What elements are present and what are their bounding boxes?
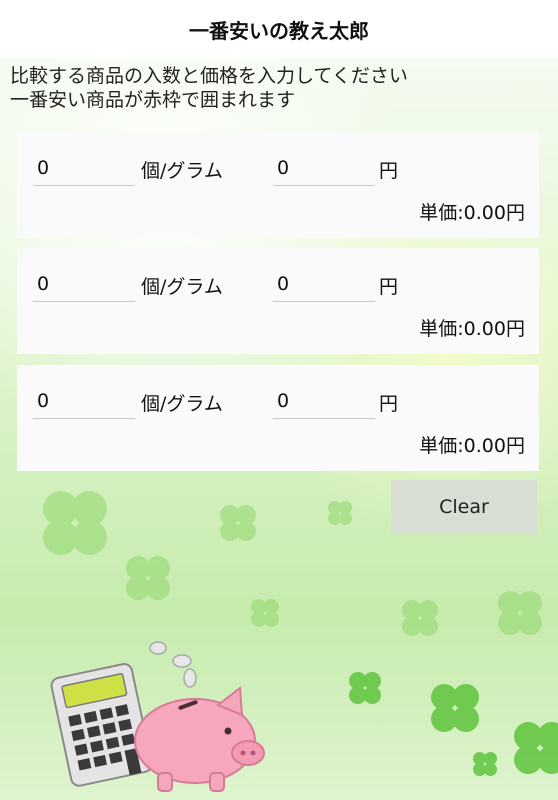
coin-icon bbox=[149, 641, 197, 688]
unit-price-text: 単価:0.00円 bbox=[419, 318, 525, 340]
quantity-unit-label: 個/グラム bbox=[141, 393, 223, 415]
unit-price-text: 単価:0.00円 bbox=[419, 202, 525, 224]
price-unit-label: 円 bbox=[379, 393, 399, 415]
calculator-piggybank-illustration bbox=[50, 641, 265, 792]
price-input[interactable] bbox=[273, 150, 375, 186]
price-unit-label: 円 bbox=[379, 276, 399, 298]
item-card-1: 個/グラム 円 単価:0.00円 bbox=[17, 132, 539, 238]
unit-price-text: 単価:0.00円 bbox=[419, 435, 525, 457]
price-input[interactable] bbox=[273, 383, 375, 419]
quantity-input[interactable] bbox=[33, 150, 135, 186]
quantity-input[interactable] bbox=[33, 266, 135, 302]
item-card-2: 個/グラム 円 単価:0.00円 bbox=[17, 248, 539, 354]
item-card-3: 個/グラム 円 単価:0.00円 bbox=[17, 365, 539, 471]
piggy-bank-icon bbox=[134, 686, 265, 792]
price-input[interactable] bbox=[273, 266, 375, 302]
quantity-input[interactable] bbox=[33, 383, 135, 419]
instruction-line-1: 比較する商品の入数と価格を入力してください bbox=[10, 65, 408, 87]
app-bar: 一番安いの教え太郎 bbox=[0, 0, 558, 58]
calculator-icon bbox=[50, 663, 153, 787]
app-title: 一番安いの教え太郎 bbox=[189, 18, 369, 43]
price-unit-label: 円 bbox=[379, 160, 399, 182]
quantity-unit-label: 個/グラム bbox=[141, 276, 223, 298]
clear-button[interactable]: Clear bbox=[391, 480, 537, 534]
instructions: 比較する商品の入数と価格を入力してください 一番安い商品が赤枠で囲まれます bbox=[10, 64, 550, 112]
quantity-unit-label: 個/グラム bbox=[141, 160, 223, 182]
main-content: 比較する商品の入数と価格を入力してください 一番安い商品が赤枠で囲まれます 個/… bbox=[0, 58, 558, 800]
instruction-line-2: 一番安い商品が赤枠で囲まれます bbox=[10, 89, 296, 111]
